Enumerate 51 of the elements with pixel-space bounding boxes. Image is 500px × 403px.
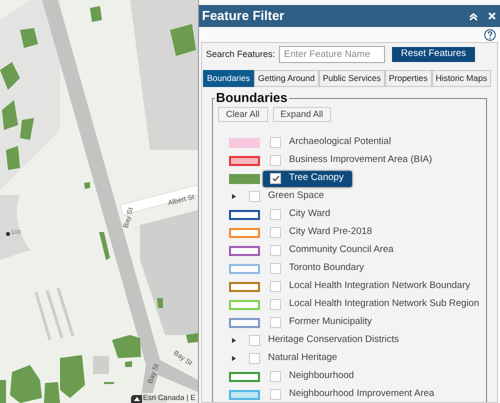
checkbox[interactable] — [270, 155, 281, 166]
layer-label[interactable]: Local Health Integration Network Sub Region — [289, 297, 480, 312]
group-label[interactable]: Heritage Conservation Districts — [268, 333, 399, 348]
layer-label[interactable]: Business Improvement Area (BIA) — [289, 153, 432, 168]
expand-arrow-icon[interactable] — [232, 194, 236, 199]
checkbox[interactable] — [270, 389, 281, 400]
checkbox[interactable] — [270, 245, 281, 256]
layer-label[interactable]: Archaeological Potential — [289, 135, 391, 150]
reset-features-button[interactable]: Reset Features — [392, 47, 475, 62]
search-label: Search Features: — [206, 48, 276, 61]
checkbox[interactable] — [270, 227, 281, 238]
group-label[interactable]: Natural Heritage — [268, 351, 338, 366]
tab[interactable]: Properties — [384, 70, 432, 87]
section-title: Boundaries — [215, 90, 289, 105]
checkbox[interactable] — [249, 191, 260, 202]
layer-label[interactable]: Community Council Area — [289, 243, 394, 258]
layer-label[interactable]: Toronto Boundary — [289, 261, 364, 276]
checkbox[interactable] — [270, 263, 281, 274]
caret-icon[interactable] — [134, 397, 140, 401]
help-icon[interactable] — [484, 29, 496, 41]
checkbox[interactable] — [270, 299, 281, 310]
expand-arrow-icon[interactable] — [232, 356, 236, 361]
checkbox[interactable] — [270, 317, 281, 328]
point-marker — [6, 232, 10, 236]
collapse-icon[interactable] — [469, 12, 478, 20]
selected-layer[interactable]: Tree Canopy — [263, 170, 352, 186]
checkbox[interactable] — [270, 281, 281, 292]
layer-label[interactable]: City Ward Pre-2018 — [289, 225, 372, 240]
group-label[interactable]: Green Space — [268, 189, 324, 204]
checkbox[interactable] — [270, 173, 281, 184]
layer-label[interactable]: Former Municipality — [289, 315, 372, 330]
expand-arrow-icon[interactable] — [232, 338, 236, 343]
layer-label[interactable]: Neighbourhood Improvement Area — [289, 387, 434, 402]
layer-label[interactable]: Local Health Integration Network Boundary — [289, 279, 470, 294]
tab[interactable]: Getting Around — [254, 70, 319, 87]
checkbox[interactable] — [249, 353, 260, 364]
clear-all-button[interactable]: Clear All — [218, 107, 268, 122]
layer-label[interactable]: City Ward — [289, 207, 330, 222]
expand-all-button[interactable]: Expand All — [272, 107, 332, 122]
checkbox[interactable] — [249, 335, 260, 346]
panel-title: Feature Filter — [202, 7, 286, 26]
layer-label[interactable]: Tree Canopy — [289, 171, 344, 186]
checkbox[interactable] — [270, 371, 281, 382]
tab[interactable]: Boundaries — [203, 70, 254, 87]
search-field[interactable]: Enter Feature Name — [279, 46, 386, 63]
checkbox[interactable] — [270, 137, 281, 148]
tab[interactable]: Historic Maps — [432, 70, 492, 87]
close-icon[interactable] — [488, 12, 496, 20]
tab[interactable]: Public Services — [318, 70, 385, 87]
layer-label[interactable]: Neighbourhood — [289, 369, 354, 384]
checkbox[interactable] — [270, 209, 281, 220]
